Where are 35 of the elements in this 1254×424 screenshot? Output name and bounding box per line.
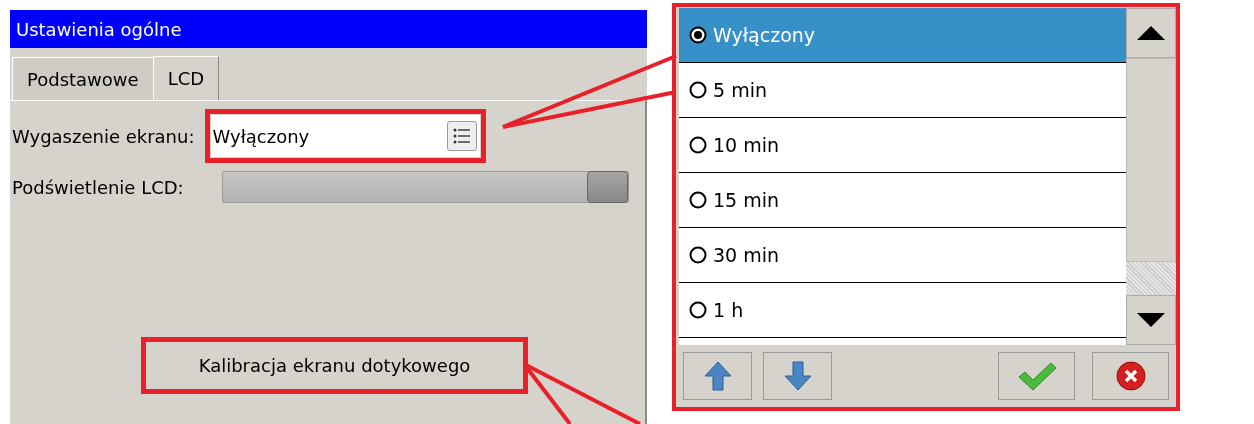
option-label: 10 min xyxy=(713,134,780,156)
scrollbar-track xyxy=(1126,262,1176,295)
option-label: Wyłączony xyxy=(713,24,816,46)
scrollbar-thumb[interactable] xyxy=(1126,58,1176,262)
radio-button[interactable] xyxy=(689,81,707,99)
list-icon[interactable] xyxy=(446,121,477,151)
up-arrow-icon xyxy=(703,361,732,391)
radio-button[interactable] xyxy=(689,136,707,154)
slider[interactable] xyxy=(222,171,629,203)
field-label: Wygaszenie ekranu: xyxy=(12,125,195,147)
tab[interactable]: Podstawowe xyxy=(12,57,153,100)
scroll-down-button[interactable] xyxy=(1126,295,1176,345)
radio-button[interactable] xyxy=(689,301,707,319)
move-down-button[interactable] xyxy=(763,352,832,400)
radio-button[interactable] xyxy=(689,191,707,209)
window-title: Ustawienia ogólne xyxy=(10,10,647,48)
cancel-button[interactable] xyxy=(1092,352,1169,400)
close-icon xyxy=(1115,361,1146,391)
scroll-up-button[interactable] xyxy=(1126,8,1176,58)
slider-thumb[interactable] xyxy=(587,171,628,203)
move-up-button[interactable] xyxy=(683,352,752,400)
option-item[interactable]: Wyłączony xyxy=(679,8,1126,63)
dropdown-field[interactable]: Wyłączony xyxy=(210,115,480,157)
option-label: 1 h xyxy=(713,299,744,321)
radio-button[interactable] xyxy=(689,246,707,264)
option-label: 5 min xyxy=(713,79,767,101)
field-label: Podświetlenie LCD: xyxy=(12,176,185,198)
check-icon xyxy=(1016,361,1057,391)
option-label: 15 min xyxy=(713,189,780,211)
option-label: 30 min xyxy=(713,244,780,266)
down-arrow-icon xyxy=(783,361,812,391)
down-triangle-icon xyxy=(1137,313,1165,327)
tab[interactable]: LCD xyxy=(152,56,220,100)
up-triangle-icon xyxy=(1137,26,1165,40)
radio-button[interactable] xyxy=(689,26,707,44)
